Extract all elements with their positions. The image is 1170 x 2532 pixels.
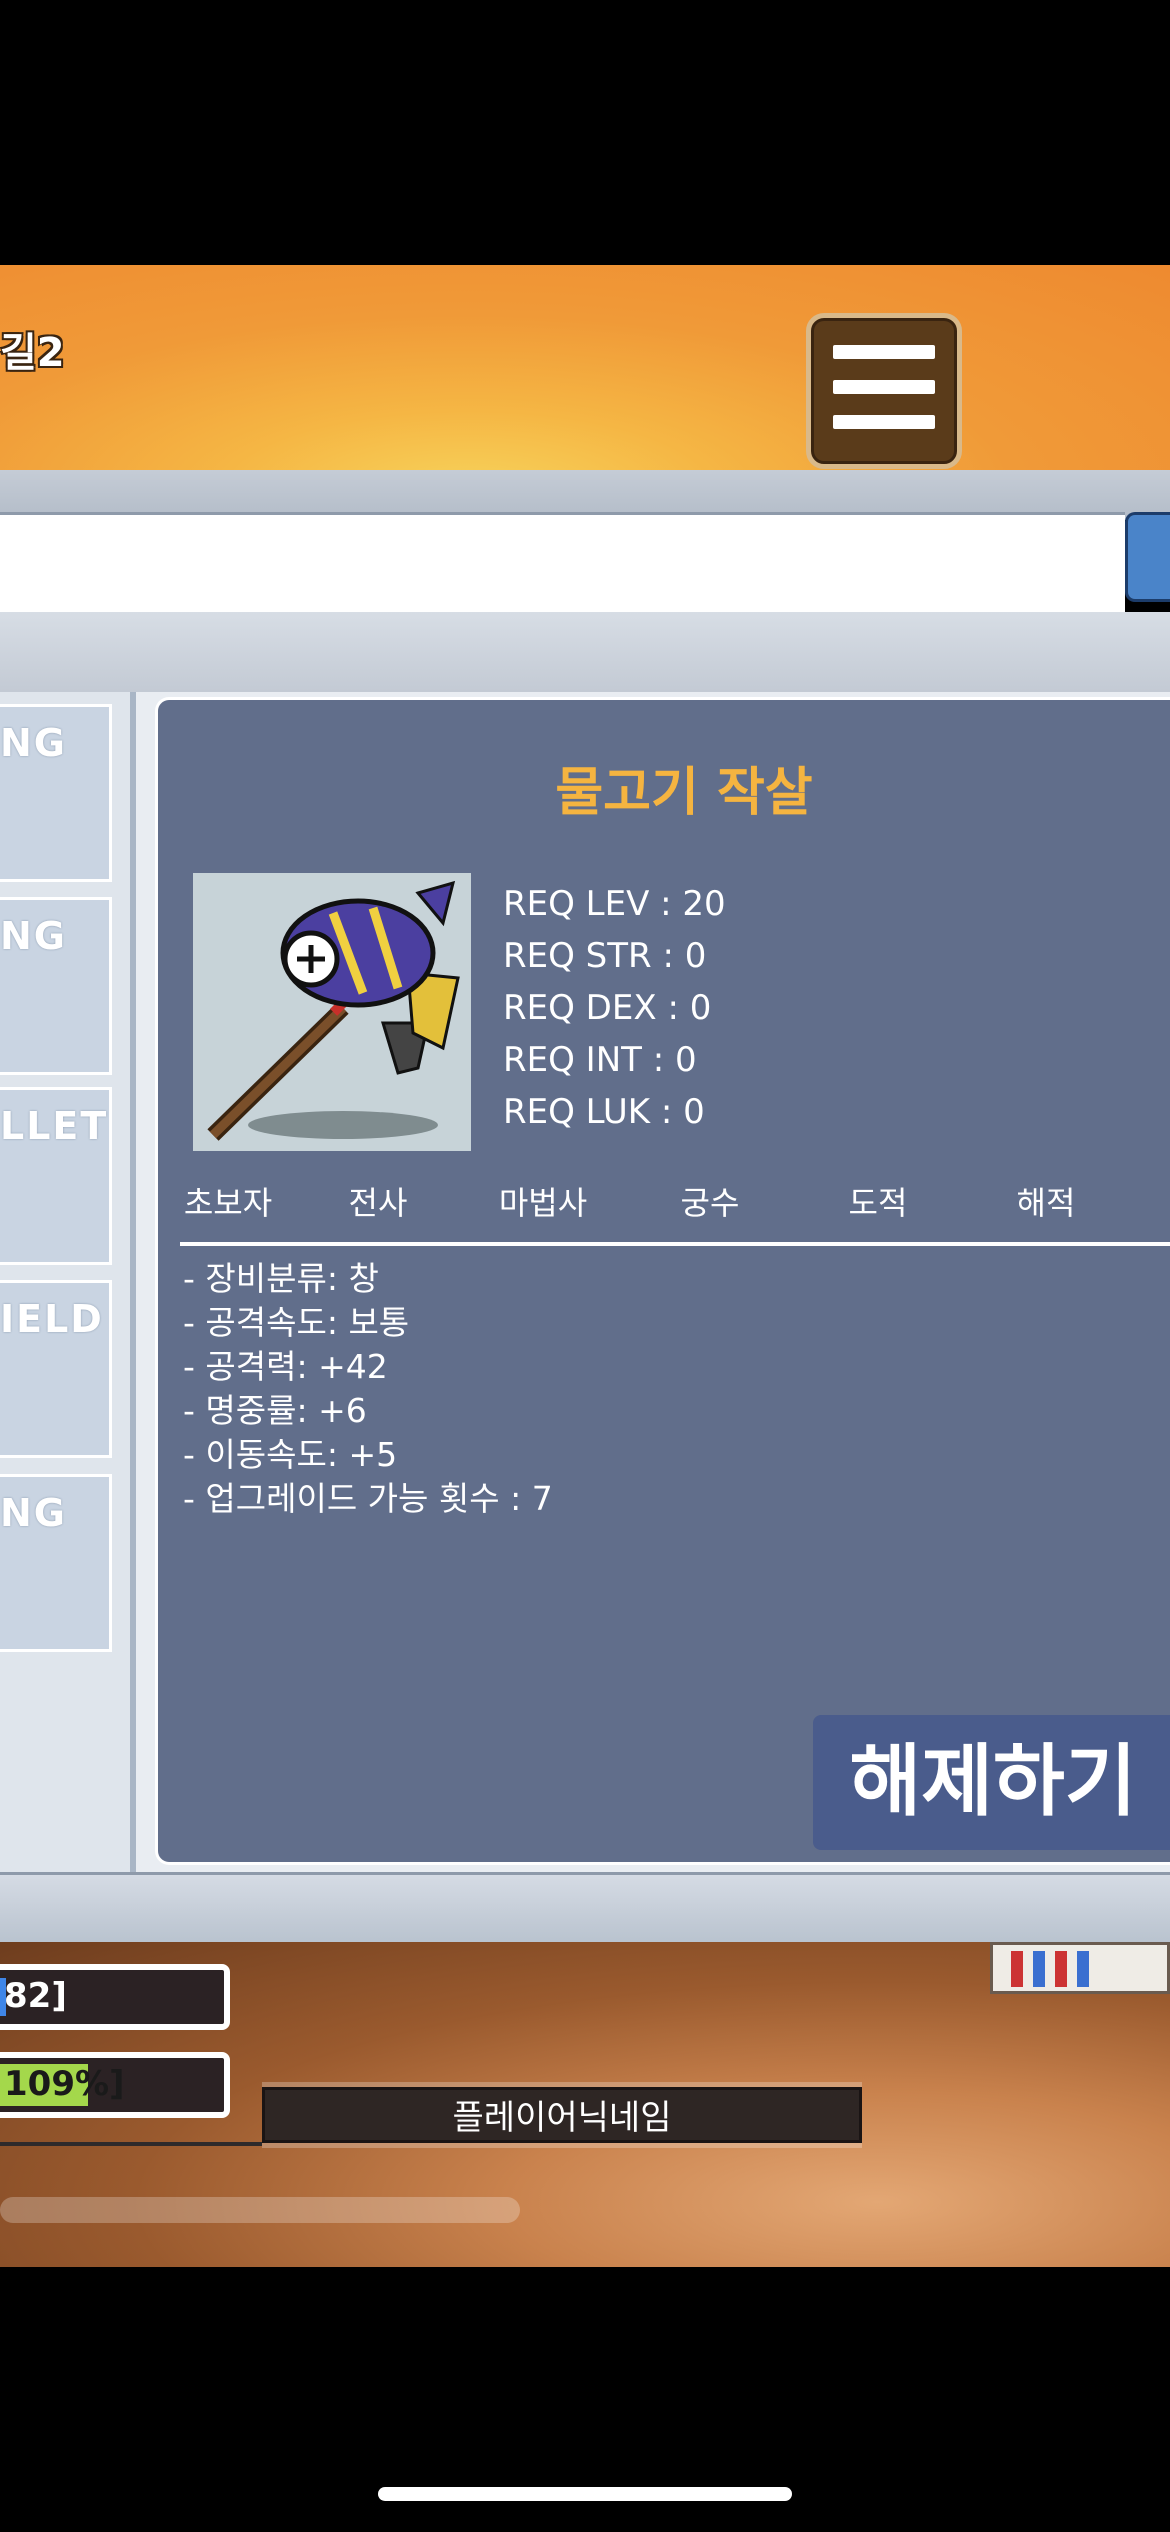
stat-attack-speed: - 공격속도: 보통 [183, 1303, 410, 1342]
stat-category: - 장비분류: 창 [183, 1259, 379, 1298]
job-warrior: 전사 [348, 1184, 408, 1222]
list-item[interactable]: IELD [0, 1280, 112, 1458]
frame-mid [0, 612, 1170, 692]
req-dex: REQ DEX : 0 [503, 988, 712, 1028]
home-indicator[interactable] [378, 2487, 792, 2501]
job-list: 초보자 전사 마법사 궁수 도적 해적 [173, 1178, 1170, 1228]
stat-speed: - 이동속도: +5 [183, 1435, 398, 1474]
item-detail-panel: 물고기 작살 REQ LEV : 20 REQ STR : 0 REQ DEX … [155, 697, 1170, 1865]
job-magician: 마법사 [498, 1184, 588, 1222]
job-beginner: 초보자 [183, 1184, 273, 1222]
scrollbar[interactable] [0, 2197, 520, 2223]
search-button[interactable] [1125, 512, 1170, 602]
list-item[interactable]: NG [0, 1474, 112, 1652]
job-thief: 도적 [848, 1184, 908, 1222]
job-archer: 궁수 [680, 1184, 740, 1222]
req-str: REQ STR : 0 [503, 936, 707, 976]
req-level: REQ LEV : 20 [503, 884, 726, 924]
item-list: NG NG LLET IELD NG [0, 692, 136, 1872]
list-item[interactable]: LLET [0, 1087, 112, 1265]
exp-bar: 109%] [0, 2052, 230, 2118]
top-header: 길2 [0, 265, 1170, 470]
menu-button[interactable] [806, 313, 962, 469]
item-stats: - 장비분류: 창 - 공격속도: 보통 - 공격력: +42 - 명중률: +… [183, 1257, 553, 1521]
hp-bar: 82] [0, 1964, 230, 2030]
unequip-button[interactable]: 해제하기 [813, 1715, 1170, 1850]
menu-icon [833, 345, 935, 359]
req-luk: REQ LUK : 0 [503, 1092, 705, 1132]
list-item[interactable]: NG [0, 897, 112, 1075]
stat-upgrade-slots: - 업그레이드 가능 횟수 : 7 [183, 1479, 553, 1518]
job-pirate: 해적 [1016, 1184, 1076, 1222]
fish-spear-icon [193, 873, 471, 1151]
stat-accuracy: - 명중률: +6 [183, 1391, 367, 1430]
stat-attack: - 공격력: +42 [183, 1347, 388, 1386]
hud-line [0, 2142, 262, 2146]
item-name: 물고기 작살 [555, 763, 813, 823]
header-title: 길2 [0, 330, 65, 376]
requirements: REQ LEV : 20 REQ STR : 0 REQ DEX : 0 REQ… [503, 878, 726, 1138]
search-input[interactable] [0, 512, 1125, 618]
hud-shortcut-icons[interactable] [990, 1942, 1170, 1994]
hp-text: 82] [4, 1976, 67, 2016]
game-view: 82] 109%] 플레이어닉네임 [0, 1942, 1170, 2267]
req-int: REQ INT : 0 [503, 1040, 697, 1080]
list-item[interactable]: NG [0, 704, 112, 882]
exp-text: 109%] [4, 2064, 125, 2104]
divider [180, 1242, 1170, 1246]
frame-bottom [0, 1872, 1170, 1945]
player-nickname: 플레이어닉네임 [262, 2087, 862, 2143]
